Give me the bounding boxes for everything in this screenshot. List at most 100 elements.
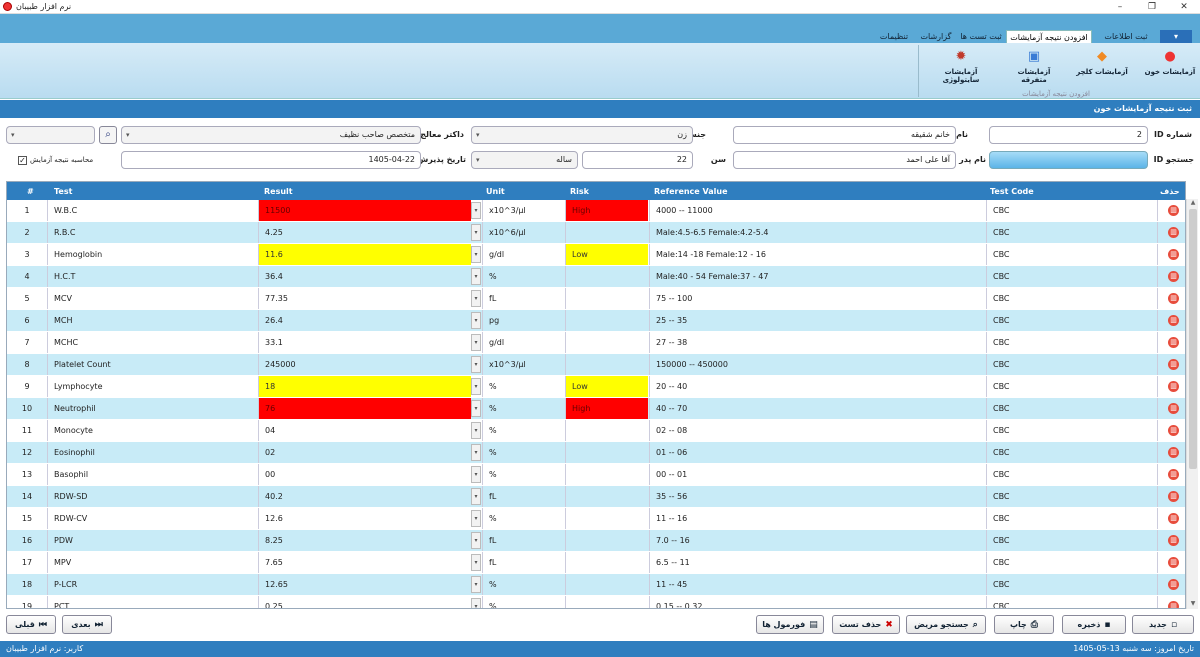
- result-cell[interactable]: 04: [259, 420, 471, 441]
- result-dropdown-icon[interactable]: ▾: [471, 356, 481, 373]
- table-row[interactable]: 4 H.C.T 36.4 ▾% Male:40 - 54 Female:37 - 47 C…: [7, 266, 1185, 288]
- result-cell[interactable]: 7.65: [259, 552, 471, 573]
- print-button[interactable]: ⎙چاپ: [994, 615, 1054, 634]
- app-menu-button[interactable]: ▾: [1160, 30, 1192, 43]
- table-row[interactable]: 10 Neutrophil 76 ▾% High 40 -- 70 CBC ▥: [7, 398, 1185, 420]
- name-field[interactable]: خانم شقیقه: [733, 126, 956, 144]
- prev-button[interactable]: ⏮قبلی: [6, 615, 56, 634]
- table-row[interactable]: 15 RDW-CV 12.6 ▾% 11 -- 16 CBC ▥: [7, 508, 1185, 530]
- result-cell[interactable]: 0.25: [259, 596, 471, 608]
- delete-row-icon[interactable]: ▥: [1168, 579, 1179, 590]
- scroll-thumb[interactable]: [1189, 209, 1197, 469]
- result-cell[interactable]: 76: [259, 398, 471, 419]
- result-cell[interactable]: 4.25: [259, 222, 471, 243]
- delete-row-icon[interactable]: ▥: [1168, 249, 1179, 260]
- misc-tests-button[interactable]: ▣ آزمایشات متفرقه: [1004, 45, 1064, 85]
- result-cell[interactable]: 02: [259, 442, 471, 463]
- doctor-select[interactable]: ▾ متخصص صاحب نظیف: [121, 126, 421, 144]
- tab-register[interactable]: ثبت اطلاعات: [1094, 30, 1158, 43]
- result-dropdown-icon[interactable]: ▾: [471, 554, 481, 571]
- table-row[interactable]: 14 RDW-SD 40.2 ▾ fL 35 -- 56 CBC ▥: [7, 486, 1185, 508]
- table-row[interactable]: 11 Monocyte 04 ▾% 02 -- 08 CBC ▥: [7, 420, 1185, 442]
- table-row[interactable]: 13 Basophil 00 ▾% 00 -- 01 CBC ▥: [7, 464, 1185, 486]
- grid-scrollbar[interactable]: ▲ ▼: [1186, 199, 1198, 609]
- delete-row-icon[interactable]: ▥: [1168, 557, 1179, 568]
- scroll-up-icon[interactable]: ▲: [1187, 199, 1199, 208]
- minimize-button[interactable]: –: [1104, 0, 1136, 14]
- table-row[interactable]: 6 MCH 26.4 ▾ pg 25 -- 35 CBC ▥: [7, 310, 1185, 332]
- search-patient-button[interactable]: ⌕جستجو مریض: [906, 615, 986, 634]
- delete-row-icon[interactable]: ▥: [1168, 315, 1179, 326]
- tab-add-results[interactable]: افزودن نتیجه آزمایشات: [1006, 30, 1092, 43]
- result-dropdown-icon[interactable]: ▾: [471, 444, 481, 461]
- result-dropdown-icon[interactable]: ▾: [471, 532, 481, 549]
- age-unit-select[interactable]: ▾ ساله: [471, 151, 578, 169]
- delete-row-icon[interactable]: ▥: [1168, 447, 1179, 458]
- culture-tests-button[interactable]: ◆ آزمایشات کلچر: [1072, 45, 1132, 85]
- delete-row-icon[interactable]: ▥: [1168, 601, 1179, 608]
- search-doctor-button[interactable]: ⌕: [99, 126, 117, 144]
- next-button[interactable]: ⏭بعدی: [62, 615, 112, 634]
- result-cell[interactable]: 18: [259, 376, 471, 397]
- delete-row-icon[interactable]: ▥: [1168, 425, 1179, 436]
- result-cell[interactable]: 26.4: [259, 310, 471, 331]
- new-button[interactable]: ▫جدید: [1132, 615, 1194, 634]
- delete-test-button[interactable]: ✖حذف تست: [832, 615, 900, 634]
- delete-row-icon[interactable]: ▥: [1168, 381, 1179, 392]
- table-row[interactable]: 12 Eosinophil 02 ▾% 01 -- 06 CBC ▥: [7, 442, 1185, 464]
- result-dropdown-icon[interactable]: ▾: [471, 510, 481, 527]
- table-row[interactable]: 17 MPV 7.65 ▾ fL 6.5 -- 11 CBC ▥: [7, 552, 1185, 574]
- result-dropdown-icon[interactable]: ▾: [471, 334, 481, 351]
- result-cell[interactable]: 11.6: [259, 244, 471, 265]
- table-row[interactable]: 1 W.B.C 11500 ▾ x10^3/μl High 4000 -- 11000 CBC…: [7, 200, 1185, 222]
- close-button[interactable]: ✕: [1168, 0, 1200, 14]
- result-dropdown-icon[interactable]: ▾: [471, 312, 481, 329]
- table-row[interactable]: 8 Platelet Count 245000 ▾ x10^3/μl 150000 -- …: [7, 354, 1185, 376]
- result-cell[interactable]: 11500: [259, 200, 471, 221]
- table-row[interactable]: 3 Hemoglobin 11.6 ▾ g/dl Low Male:14 -18 Femal…: [7, 244, 1185, 266]
- result-dropdown-icon[interactable]: ▾: [471, 466, 481, 483]
- id-field[interactable]: 2: [989, 126, 1148, 144]
- extra-select[interactable]: ▾: [6, 126, 95, 144]
- delete-row-icon[interactable]: ▥: [1168, 271, 1179, 282]
- tab-reports[interactable]: گزارشات: [916, 30, 956, 43]
- result-dropdown-icon[interactable]: ▾: [471, 488, 481, 505]
- delete-row-icon[interactable]: ▥: [1168, 513, 1179, 524]
- delete-row-icon[interactable]: ▥: [1168, 227, 1179, 238]
- formulas-button[interactable]: ▤فورمول ها: [756, 615, 824, 634]
- delete-row-icon[interactable]: ▥: [1168, 469, 1179, 480]
- result-cell[interactable]: 245000: [259, 354, 471, 375]
- result-dropdown-icon[interactable]: ▾: [471, 576, 481, 593]
- gender-select[interactable]: ▾ زن: [471, 126, 693, 144]
- result-cell[interactable]: 40.2: [259, 486, 471, 507]
- result-dropdown-icon[interactable]: ▾: [471, 378, 481, 395]
- table-row[interactable]: 7 MCHC 33.1 ▾ g/dl 27 -- 38 CBC ▥: [7, 332, 1185, 354]
- result-dropdown-icon[interactable]: ▾: [471, 400, 481, 417]
- restore-button[interactable]: ❐: [1136, 0, 1168, 14]
- result-cell[interactable]: 33.1: [259, 332, 471, 353]
- delete-row-icon[interactable]: ▥: [1168, 293, 1179, 304]
- delete-row-icon[interactable]: ▥: [1168, 491, 1179, 502]
- table-row[interactable]: 16 PDW 8.25 ▾ fL 7.0 -- 16 CBC ▥: [7, 530, 1185, 552]
- result-cell[interactable]: 12.6: [259, 508, 471, 529]
- tab-settings[interactable]: تنظیمات: [874, 30, 914, 43]
- admission-date-field[interactable]: 1405-04-22: [121, 151, 421, 169]
- result-dropdown-icon[interactable]: ▾: [471, 246, 481, 263]
- delete-row-icon[interactable]: ▥: [1168, 359, 1179, 370]
- table-row[interactable]: 2 R.B.C 4.25 ▾ x10^6/μl Male:4.5-6.5 Female:4…: [7, 222, 1185, 244]
- result-dropdown-icon[interactable]: ▾: [471, 422, 481, 439]
- table-row[interactable]: 19 PCT 0.25 ▾% 0.15 -- 0.32 CBC ▥: [7, 596, 1185, 608]
- result-cell[interactable]: 12.65: [259, 574, 471, 595]
- age-field[interactable]: 22: [582, 151, 693, 169]
- result-dropdown-icon[interactable]: ▾: [471, 290, 481, 307]
- save-button[interactable]: ▪ذخیره: [1062, 615, 1126, 634]
- calc-result-checkbox[interactable]: ✓: [18, 156, 27, 165]
- result-cell[interactable]: 77.35: [259, 288, 471, 309]
- result-cell[interactable]: 36.4: [259, 266, 471, 287]
- result-cell[interactable]: 8.25: [259, 530, 471, 551]
- search-id-input[interactable]: [989, 151, 1148, 169]
- table-row[interactable]: 5 MCV 77.35 ▾ fL 75 -- 100 CBC ▥: [7, 288, 1185, 310]
- tab-tests[interactable]: ثبت تست ها: [958, 30, 1004, 43]
- result-dropdown-icon[interactable]: ▾: [471, 598, 481, 608]
- result-dropdown-icon[interactable]: ▾: [471, 224, 481, 241]
